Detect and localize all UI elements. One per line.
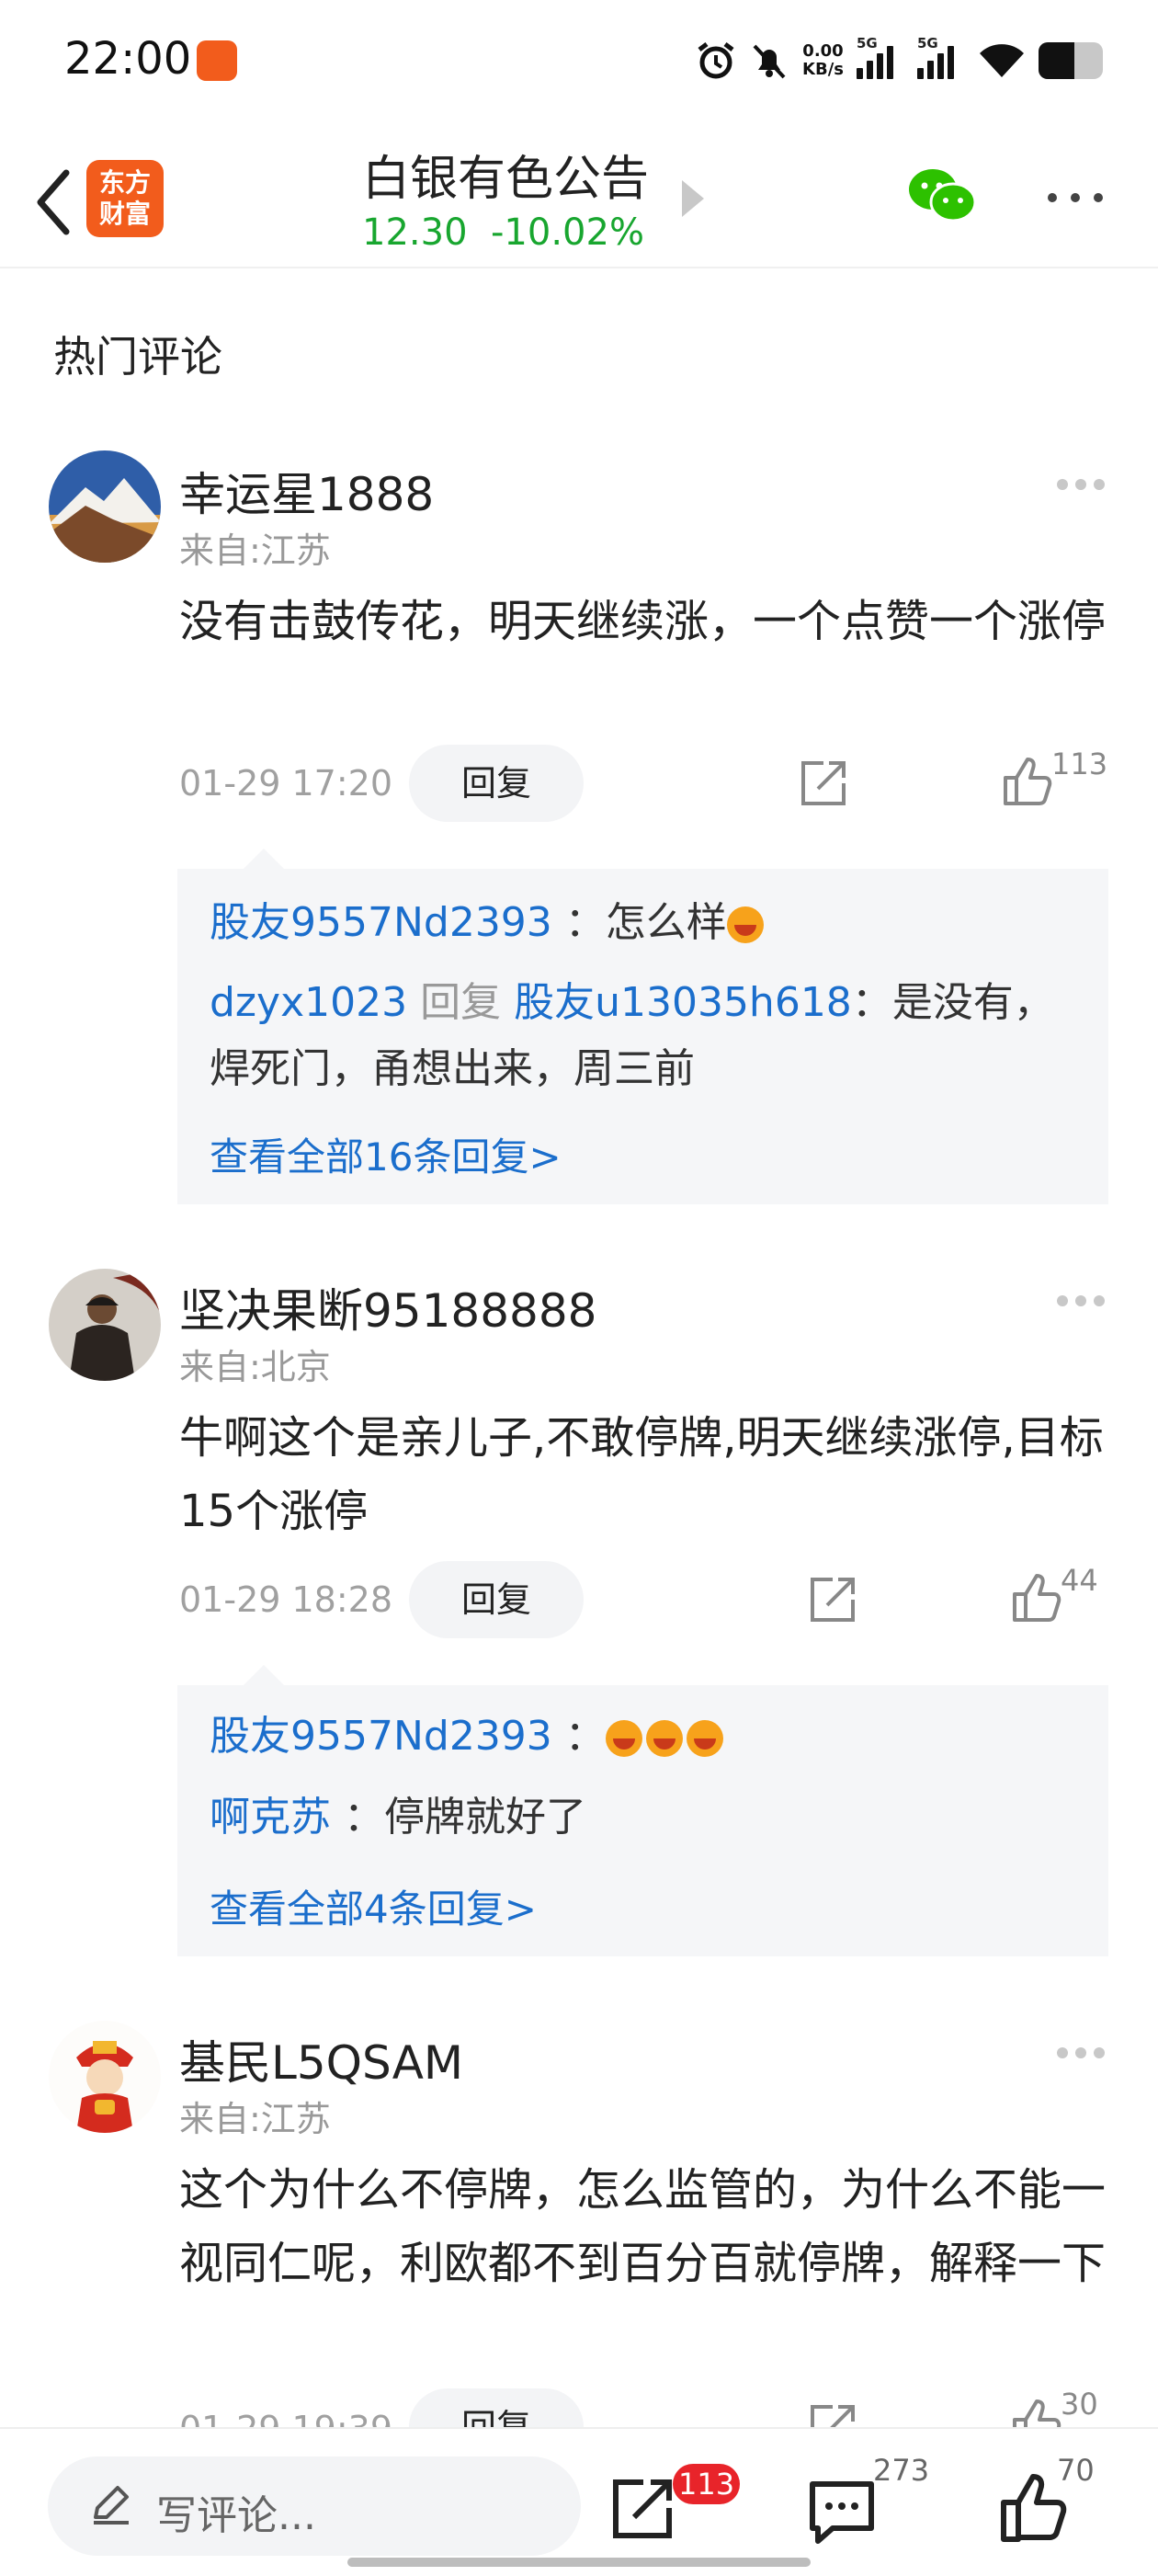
reply-mid-label: 回复 — [407, 979, 515, 1026]
reply-thread: 股友9557Nd2393 ： 啊克苏 ：停牌就好了 查看全部4条回复> — [177, 1665, 1108, 1956]
like-count: 44 — [1061, 1563, 1098, 1598]
pencil-icon — [94, 2486, 129, 2525]
bottom-action-bar: 写评论... 113 273 70 — [0, 2427, 1158, 2576]
avatar[interactable] — [49, 1269, 161, 1381]
battery-fill — [1039, 42, 1074, 79]
reply-button[interactable]: 回复 — [409, 745, 584, 822]
comment-text: 没有击鼓传花，明天继续涨，一个点赞一个涨停 — [179, 596, 1107, 647]
share-icon[interactable] — [607, 2471, 680, 2545]
home-indicator[interactable] — [347, 2558, 811, 2567]
write-comment-input[interactable]: 写评论... — [48, 2456, 581, 2556]
share-icon[interactable] — [805, 1572, 860, 1627]
more-menu-icon[interactable] — [1043, 184, 1107, 211]
avatar-image — [49, 1269, 161, 1381]
like-count-total: 70 — [1057, 2453, 1095, 2488]
reply-separator: ： — [564, 899, 606, 946]
comment-more-icon[interactable] — [1057, 2045, 1112, 2063]
reply-separator: ： — [564, 1713, 606, 1760]
reply-text: 怎么样 — [605, 899, 727, 946]
share-count-badge: 113 — [673, 2464, 741, 2504]
reply-separator: ： — [851, 979, 892, 1026]
like-icon[interactable] — [1000, 754, 1055, 809]
avatar-image — [49, 2021, 161, 2133]
reply-separator: ： — [344, 1794, 384, 1841]
comment-text: 牛啊这个是亲儿子,不敢停牌,明天继续涨停,目标15个涨停 — [179, 1412, 1104, 1537]
comment-count: 273 — [873, 2453, 930, 2488]
stock-name[interactable]: 白银有色公告 — [349, 140, 662, 209]
reply-item: 啊克苏 ：停牌就好了 — [210, 1784, 1083, 1851]
share-icon[interactable] — [796, 756, 851, 811]
comment-location: 来自:江苏 — [179, 2099, 331, 2139]
logo-line-1: 东方 — [98, 167, 151, 198]
signal-2-icon: 5G — [917, 35, 965, 79]
stock-change: -10.02% — [491, 211, 644, 254]
status-icons: 0.00 KB/s 5G 5G — [696, 35, 1103, 86]
comment-time: 01-29 17:20 — [179, 763, 393, 804]
comment-text: 这个为什么不停牌，怎么监管的，为什么不能一视同仁呢，利欧都不到百分百就停牌，解释… — [179, 2164, 1107, 2289]
status-bar: 22:00 0.00 KB/s 5G 5G — [0, 0, 1158, 124]
comment-time: 01-29 18:28 — [179, 1579, 393, 1620]
reply-item: 股友9557Nd2393 ：怎么样 — [210, 890, 1083, 956]
logo-line-2: 财富 — [98, 199, 151, 229]
reply-text: 停牌就好了 — [384, 1794, 586, 1841]
like-count: 30 — [1061, 2387, 1098, 2422]
avatar-image — [49, 450, 161, 563]
signal-1-label: 5G — [857, 35, 878, 51]
signal-2-label: 5G — [917, 35, 938, 51]
like-icon[interactable] — [1009, 1570, 1064, 1625]
app-notification-icon — [197, 40, 237, 81]
stock-header: 东方 财富 白银有色公告 12.30 -10.02% — [0, 129, 1158, 268]
reply-username[interactable]: 股友9557Nd2393 — [210, 899, 552, 946]
comment-more-icon[interactable] — [1057, 476, 1112, 495]
avatar[interactable] — [49, 2021, 161, 2133]
comment-location: 来自:北京 — [179, 1347, 331, 1387]
reply-username[interactable]: dzyx1023 — [210, 979, 407, 1026]
view-all-replies-link[interactable]: 查看全部16条回复> — [210, 1126, 562, 1182]
reply-notch — [244, 849, 284, 869]
net-speed-unit: KB/s — [802, 60, 844, 79]
mute-bell-icon — [753, 44, 786, 79]
reply-item: dzyx1023 回复 股友u13035h618：是没有，焊死门，甬想出来，周三… — [210, 970, 1083, 1102]
comment-more-icon[interactable] — [1057, 1293, 1112, 1311]
like-count: 113 — [1051, 747, 1108, 781]
comment-username[interactable]: 坚决果断95188888 — [179, 1274, 597, 1340]
laugh-emoji-icon — [686, 1720, 723, 1757]
view-all-replies-link[interactable]: 查看全部4条回复> — [210, 1878, 537, 1934]
avatar[interactable] — [49, 450, 161, 563]
reply-thread: 股友9557Nd2393 ：怎么样 dzyx1023 回复 股友u13035h6… — [177, 849, 1108, 1204]
laugh-emoji-icon — [726, 906, 764, 943]
comment-username[interactable]: 幸运星1888 — [179, 458, 434, 524]
comment-username[interactable]: 基民L5QSAM — [179, 2026, 463, 2092]
net-speed-value: 0.00 — [802, 41, 844, 61]
reply-button[interactable]: 回复 — [409, 1561, 584, 1638]
comment-location: 来自:江苏 — [179, 530, 331, 571]
comment-icon[interactable] — [805, 2475, 879, 2548]
back-arrow-icon[interactable] — [28, 165, 83, 239]
status-time: 22:00 — [64, 33, 192, 85]
laugh-emoji-icon — [645, 1720, 683, 1757]
reply-notch — [244, 1665, 284, 1685]
wifi-icon — [980, 44, 1024, 77]
section-title: 热门评论 — [53, 332, 222, 382]
reply-item: 股友9557Nd2393 ： — [210, 1704, 1083, 1770]
eastmoney-logo[interactable]: 东方 财富 — [86, 160, 164, 237]
reply-target-username[interactable]: 股友u13035h618 — [514, 979, 852, 1026]
stock-price: 12.30 — [362, 211, 468, 254]
net-speed: 0.00 KB/s — [802, 42, 844, 79]
laugh-emoji-icon — [605, 1720, 642, 1757]
reply-username[interactable]: 啊克苏 — [210, 1794, 331, 1841]
signal-1-icon: 5G — [857, 35, 904, 79]
triangle-right-icon[interactable] — [682, 180, 704, 217]
reply-username[interactable]: 股友9557Nd2393 — [210, 1713, 552, 1760]
write-comment-placeholder: 写评论... — [156, 2492, 316, 2539]
battery-icon — [1039, 42, 1103, 79]
wechat-icon[interactable] — [905, 164, 979, 228]
alarm-icon — [698, 42, 734, 79]
